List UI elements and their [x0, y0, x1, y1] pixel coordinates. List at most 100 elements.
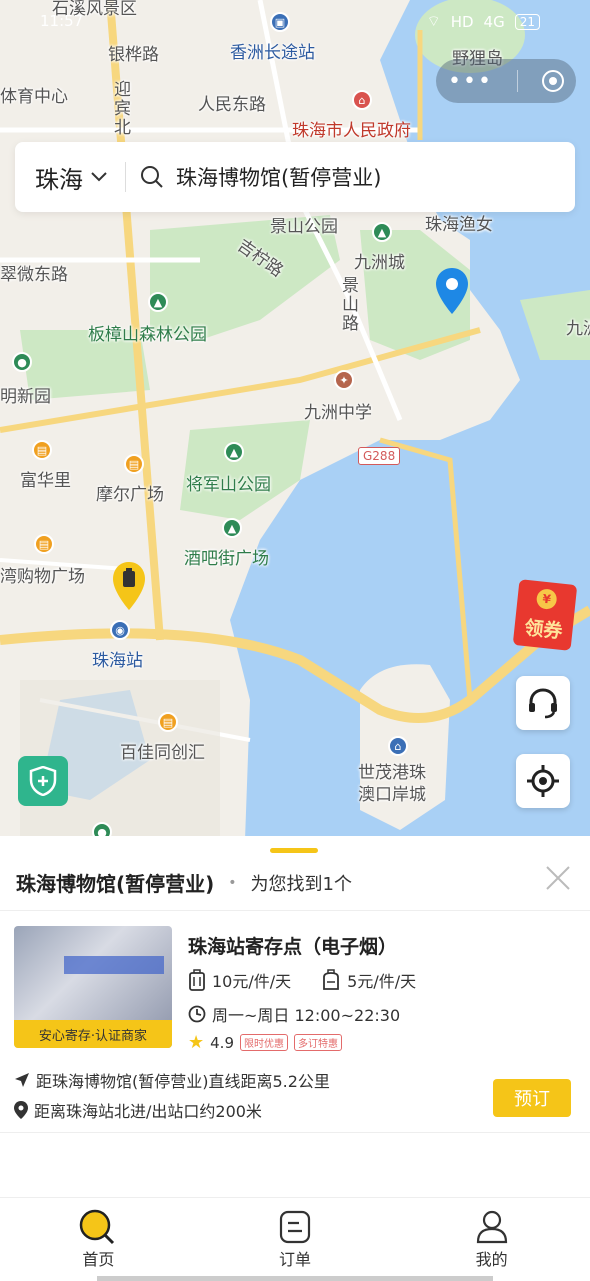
user-icon [476, 1210, 507, 1244]
close-icon[interactable] [544, 864, 572, 892]
customer-service-button[interactable] [516, 676, 570, 730]
price-large: 10元/件/天 [212, 972, 292, 991]
mountain-park-icon: ▲ [224, 442, 244, 462]
navigation-arrow-icon [15, 1073, 29, 1087]
hours-text: 周一~周日 12:00~22:30 [212, 1006, 401, 1025]
map-label-yinhua-road: 银桦路 [108, 45, 159, 65]
search-divider [125, 162, 126, 192]
rating-value: 4.9 [210, 1033, 234, 1052]
battery-icon: 21 [514, 13, 540, 30]
tag-limited-offer: 限时优惠 [240, 1034, 288, 1051]
map-label-yingbin-north: 迎宾北 [110, 80, 130, 137]
opening-hours: 周一~周日 12:00~22:30 [188, 1002, 400, 1026]
miniprogram-capsule: ••• [436, 59, 576, 103]
tab-mine-icon-wrap [476, 1208, 508, 1246]
sheet-handle[interactable] [270, 848, 318, 853]
results-sheet: 珠海博物馆(暂停营业) • 为您找到1个 安心寄存·认证商家 珠海站寄存点（电子… [0, 836, 590, 1200]
coupon-button[interactable]: ¥ 领券 [512, 579, 578, 651]
shield-icon [29, 766, 57, 796]
storage-marker-icon[interactable] [112, 562, 146, 610]
storage-name: 珠海站寄存点（电子烟） [188, 936, 398, 958]
headset-icon [529, 688, 557, 719]
status-bar: 11:57 ⌔ HD 4G 21 [0, 0, 590, 40]
clock-icon [188, 1005, 206, 1023]
close-miniprogram-icon[interactable] [541, 70, 564, 92]
garden-icon: ● [12, 352, 32, 372]
locate-button[interactable] [516, 754, 570, 808]
safety-shield-button[interactable] [18, 756, 68, 806]
status-icons: ⌔ HD 4G 21 [427, 12, 540, 31]
coupon-label: 领券 [523, 616, 564, 643]
location-icon [14, 1101, 28, 1119]
map-label-jiuzhou-city: 九洲城 [354, 253, 405, 273]
status-time: 11:57 [40, 12, 84, 30]
map-view[interactable]: 石溪风景区 ▣ 香洲长途站 野狸岛 银桦路 体育中心 迎宾北 人民东路 ⌂ 珠海… [0, 0, 590, 840]
search-input[interactable]: 珠海博物馆(暂停营业) [140, 162, 381, 192]
map-label-moer-plaza: 摩尔广场 [96, 485, 164, 505]
home-indicator [97, 1276, 493, 1281]
book-button[interactable]: 预订 [493, 1079, 571, 1117]
map-label-zhuhai-fisher: 珠海渔女 [425, 215, 493, 235]
exit-text: 距离珠海站北进/出站口约200米 [34, 1102, 262, 1121]
map-label-jiuba-plaza: 酒吧街广场 [184, 549, 269, 569]
plaza-icon: ▤ [124, 454, 144, 474]
tab-bar: 首页 订单 我的 [0, 1197, 590, 1281]
price-large-item: 10元/件/天 [188, 968, 291, 992]
price-small-item: 5元/件/天 [321, 968, 416, 992]
search-query: 珠海博物馆(暂停营业) [176, 166, 382, 190]
distance-row: 距珠海博物馆(暂停营业)直线距离5.2公里 [14, 1068, 330, 1092]
tab-home-icon-wrap [79, 1208, 117, 1246]
school-icon: ✦ [334, 370, 354, 390]
tab-orders-label: 订单 [279, 1250, 312, 1269]
map-label-renmin-east: 人民东路 [198, 95, 266, 115]
tab-home[interactable]: 首页 [0, 1198, 197, 1281]
price-small: 5元/件/天 [347, 972, 417, 991]
city-selector[interactable]: 珠海 [15, 160, 107, 195]
map-label-jingshan-park: 景山公园 [270, 217, 338, 237]
bar-street-icon: ▲ [222, 518, 242, 538]
storage-thumbnail: 安心寄存·认证商家 [14, 926, 172, 1048]
star-icon: ★ [188, 1032, 205, 1053]
tag-multi-order: 多订特惠 [294, 1034, 342, 1051]
map-label-fuhua-li: 富华里 [20, 471, 71, 491]
search-bar[interactable]: 珠海 珠海博物馆(暂停营业) [15, 142, 575, 212]
tab-orders[interactable]: 订单 [197, 1198, 394, 1281]
map-label-xiangzhou-bus: 香洲长途站 [230, 43, 315, 63]
home-search-icon [80, 1209, 115, 1245]
cellular-icon: 4G [483, 12, 505, 31]
forest-park-icon: ▲ [148, 292, 168, 312]
coin-icon: ¥ [535, 588, 558, 611]
park-icon: ▲ [372, 222, 392, 242]
distance-text: 距珠海博物馆(暂停营业)直线距离5.2公里 [36, 1072, 330, 1091]
map-label-baijia: 百佳同创汇 [120, 743, 205, 763]
location-pin-icon[interactable] [434, 268, 470, 314]
card-divider [0, 1132, 590, 1133]
results-separator: • [228, 874, 237, 891]
certified-badge: 安心寄存·认证商家 [14, 1020, 172, 1048]
wifi-icon: ⌔ [426, 12, 441, 30]
tab-mine[interactable]: 我的 [393, 1198, 590, 1281]
price-row: 10元/件/天 5元/件/天 [188, 968, 416, 992]
thumbnail-sign [64, 956, 164, 974]
mall-icon: ▤ [34, 534, 54, 554]
search-icon [141, 166, 163, 188]
baijia-icon: ▤ [158, 712, 178, 732]
port-icon: ⌂ [388, 736, 408, 756]
map-label-jingshan-road: 景山路 [338, 276, 358, 333]
map-label-jiangjun-park: 将军山公园 [186, 475, 271, 495]
map-label-gov: 珠海市人民政府 [292, 121, 411, 141]
bag-icon [323, 969, 340, 990]
orders-icon [279, 1210, 311, 1244]
map-label-cuiwei-east: 翠微东路 [0, 265, 68, 285]
shopping-icon: ▤ [32, 440, 52, 460]
header-divider [0, 910, 590, 911]
tab-mine-label: 我的 [475, 1250, 508, 1269]
suitcase-icon [189, 969, 205, 991]
map-label-wan-mall: 湾购物广场 [0, 567, 85, 587]
crosshair-icon [527, 765, 559, 797]
map-label-jiuzhou-school: 九洲中学 [304, 403, 372, 423]
city-name: 珠海 [35, 165, 83, 194]
hd-icon: HD [450, 12, 474, 31]
more-icon[interactable]: ••• [448, 69, 493, 94]
rating-row: ★ 4.9 限时优惠 多订特惠 [188, 1032, 342, 1053]
